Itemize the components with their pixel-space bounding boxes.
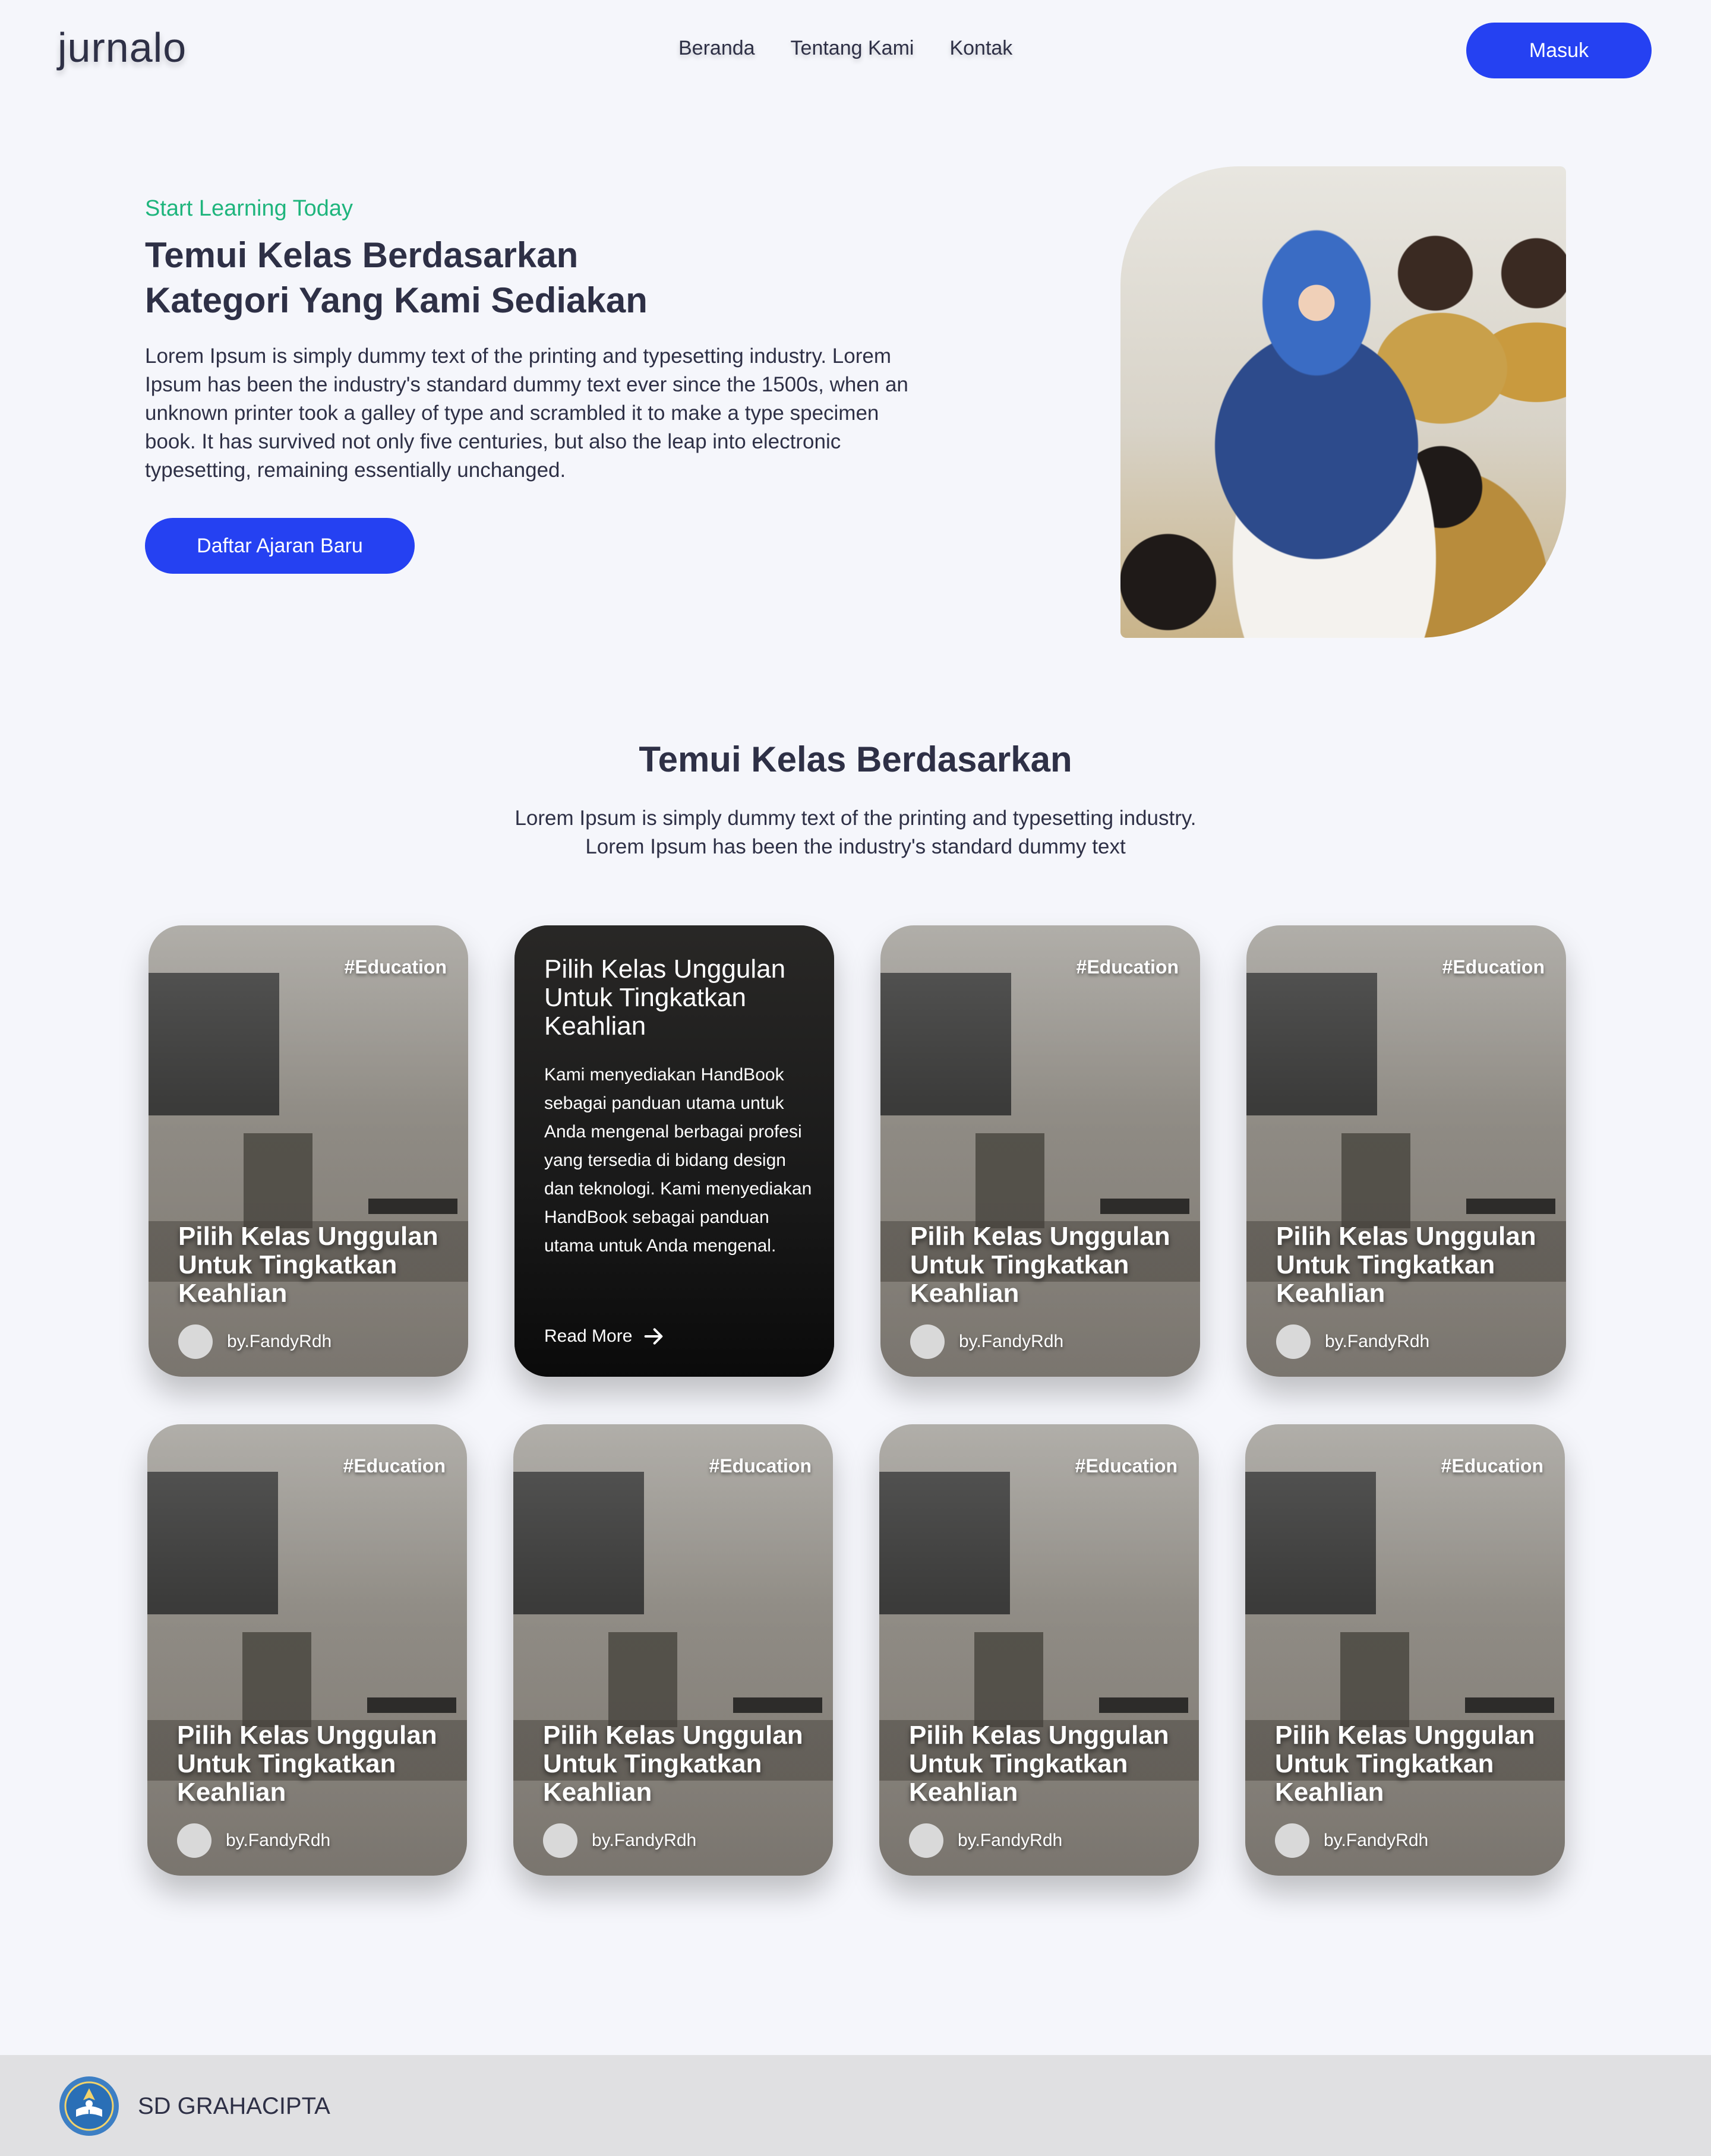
avatar: [1276, 1324, 1311, 1359]
featured-card-description: Kami menyediakan HandBook sebagai pandua…: [544, 1065, 812, 1256]
card-tag: #Education: [1441, 1455, 1543, 1477]
avatar: [543, 1823, 577, 1858]
site-logo[interactable]: jurnalo: [58, 24, 187, 71]
footer-school-name: SD GRAHACIPTA: [138, 2093, 330, 2119]
card-title: Pilih Kelas Unggulan Untuk Tingkatkan Ke…: [178, 1222, 438, 1308]
hero-title: Temui Kelas Berdasarkan Kategori Yang Ka…: [145, 233, 798, 323]
hero-title-line-1: Temui Kelas Berdasarkan: [145, 235, 579, 275]
featured-card-title: Pilih Kelas Unggulan Untuk Tingkatkan Ke…: [544, 954, 786, 1041]
card-author: by.FandyRdh: [177, 1823, 330, 1858]
card-author: by.FandyRdh: [1276, 1324, 1429, 1359]
card-tag: #Education: [343, 1455, 446, 1477]
hero-eyebrow: Start Learning Today: [145, 196, 353, 221]
footer: SD GRAHACIPTA: [0, 2055, 1711, 2156]
section-description-line-1: Lorem Ipsum is simply dummy text of the …: [514, 807, 1197, 830]
author-name: by.FandyRdh: [226, 1831, 331, 1850]
card-tag: #Education: [1442, 956, 1545, 978]
author-name: by.FandyRdh: [1325, 1332, 1430, 1351]
section-title: Temui Kelas Berdasarkan: [639, 739, 1072, 779]
section-description: Lorem Ipsum is simply dummy text of the …: [416, 804, 1295, 861]
nav-links: Beranda Tentang Kami Kontak: [678, 37, 1012, 60]
card-tag: #Education: [1075, 1455, 1178, 1477]
school-emblem-icon: [59, 2076, 119, 2136]
top-navigation: jurnalo Beranda Tentang Kami Kontak Masu…: [0, 0, 1711, 101]
class-card[interactable]: #Education Pilih Kelas Unggulan Untuk Ti…: [513, 1424, 833, 1876]
featured-class-card[interactable]: Pilih Kelas Unggulan Untuk Tingkatkan Ke…: [514, 925, 834, 1377]
card-tag: #Education: [709, 1455, 812, 1477]
class-card[interactable]: #Education Pilih Kelas Unggulan Untuk Ti…: [1245, 1424, 1565, 1876]
card-author: by.FandyRdh: [1275, 1823, 1428, 1858]
card-title: Pilih Kelas Unggulan Untuk Tingkatkan Ke…: [1276, 1222, 1536, 1308]
author-name: by.FandyRdh: [959, 1332, 1064, 1351]
card-author: by.FandyRdh: [543, 1823, 696, 1858]
avatar: [1275, 1823, 1309, 1858]
avatar: [909, 1823, 943, 1858]
read-more-label: Read More: [544, 1326, 633, 1346]
class-card[interactable]: #Education Pilih Kelas Unggulan Untuk Ti…: [147, 1424, 467, 1876]
hero-description: Lorem Ipsum is simply dummy text of the …: [145, 344, 908, 482]
class-card[interactable]: #Education Pilih Kelas Unggulan Untuk Ti…: [879, 1424, 1199, 1876]
avatar: [910, 1324, 945, 1359]
class-card[interactable]: #Education Pilih Kelas Unggulan Untuk Ti…: [880, 925, 1200, 1377]
author-name: by.FandyRdh: [227, 1332, 332, 1351]
nav-link-tentang-kami[interactable]: Tentang Kami: [791, 37, 914, 60]
author-name: by.FandyRdh: [1324, 1831, 1429, 1850]
arrow-right-icon: [645, 1328, 663, 1345]
register-button[interactable]: Daftar Ajaran Baru: [145, 518, 415, 574]
hero-classroom-photo: [1120, 166, 1566, 638]
class-card[interactable]: #Education Pilih Kelas Unggulan Untuk Ti…: [149, 925, 468, 1377]
card-author: by.FandyRdh: [178, 1324, 332, 1359]
card-tag: #Education: [1076, 956, 1179, 978]
card-title: Pilih Kelas Unggulan Untuk Tingkatkan Ke…: [909, 1721, 1169, 1807]
author-name: by.FandyRdh: [592, 1831, 697, 1850]
card-title: Pilih Kelas Unggulan Untuk Tingkatkan Ke…: [910, 1222, 1170, 1308]
card-title: Pilih Kelas Unggulan Untuk Tingkatkan Ke…: [543, 1721, 803, 1807]
author-name: by.FandyRdh: [958, 1831, 1063, 1850]
card-author: by.FandyRdh: [910, 1324, 1063, 1359]
card-title: Pilih Kelas Unggulan Untuk Tingkatkan Ke…: [1275, 1721, 1535, 1807]
read-more-link[interactable]: Read More: [544, 1324, 665, 1348]
nav-link-beranda[interactable]: Beranda: [678, 37, 755, 60]
avatar: [178, 1324, 213, 1359]
login-button[interactable]: Masuk: [1466, 23, 1652, 78]
card-title: Pilih Kelas Unggulan Untuk Tingkatkan Ke…: [177, 1721, 437, 1807]
card-tag: #Education: [344, 956, 447, 978]
class-card[interactable]: #Education Pilih Kelas Unggulan Untuk Ti…: [1246, 925, 1566, 1377]
hero-title-line-2: Kategori Yang Kami Sediakan: [145, 280, 648, 320]
nav-link-kontak[interactable]: Kontak: [949, 37, 1012, 60]
section-description-line-2: Lorem Ipsum has been the industry's stan…: [585, 835, 1126, 858]
avatar: [177, 1823, 211, 1858]
card-author: by.FandyRdh: [909, 1823, 1062, 1858]
